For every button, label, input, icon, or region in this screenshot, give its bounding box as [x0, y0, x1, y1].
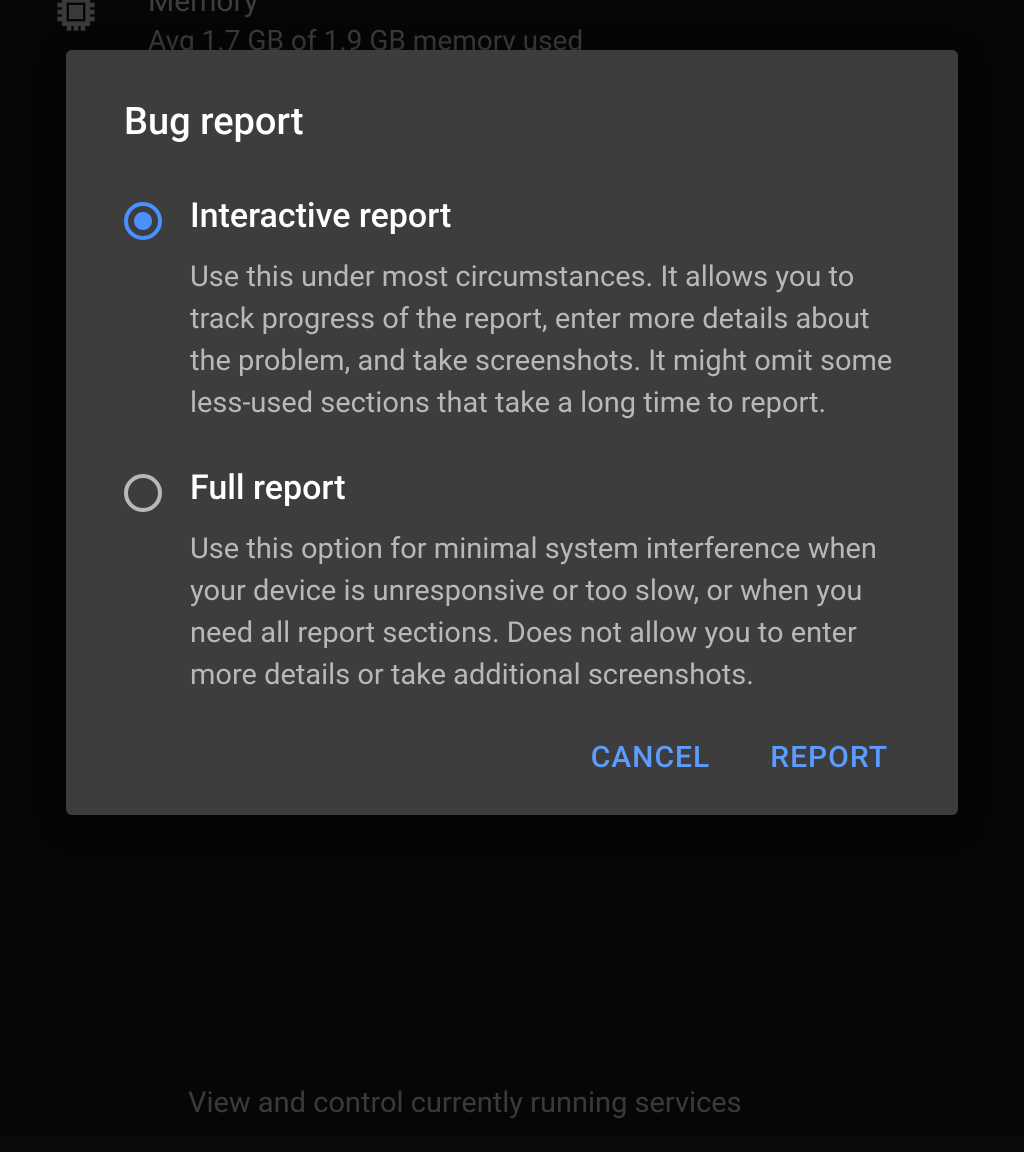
option-description: Use this under most circumstances. It al… [190, 256, 900, 424]
radio-interactive-selected[interactable] [124, 202, 162, 240]
bug-report-dialog: Bug report Interactive report Use this u… [66, 50, 958, 815]
dialog-actions: CANCEL REPORT [124, 740, 900, 775]
option-full-report[interactable]: Full report Use this option for minimal … [124, 468, 900, 696]
cancel-button[interactable]: CANCEL [591, 740, 711, 775]
dialog-title: Bug report [124, 100, 900, 144]
option-title: Interactive report [190, 196, 900, 236]
option-title: Full report [190, 468, 900, 508]
report-button[interactable]: REPORT [770, 740, 888, 775]
option-interactive-report[interactable]: Interactive report Use this under most c… [124, 196, 900, 424]
radio-full-unselected[interactable] [124, 474, 162, 512]
option-description: Use this option for minimal system inter… [190, 528, 900, 696]
